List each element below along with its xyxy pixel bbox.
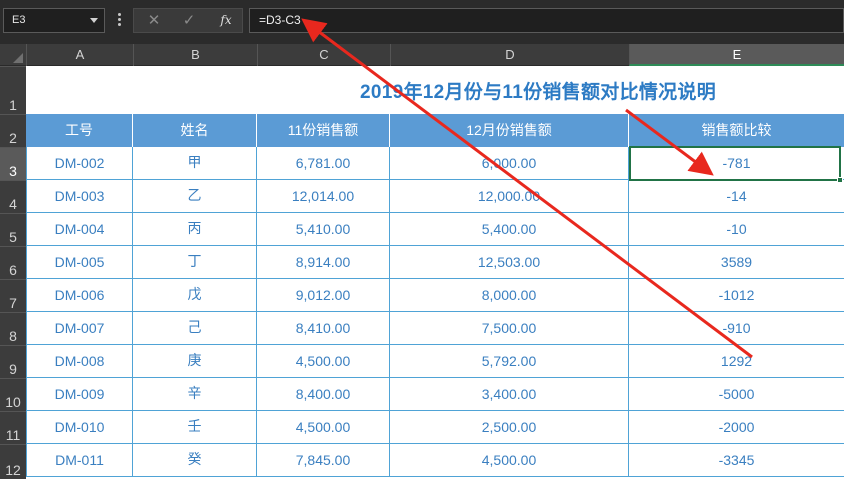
select-all-button[interactable] xyxy=(0,44,26,66)
cell-november-sales[interactable]: 5,410.00 xyxy=(257,213,390,246)
cell-name[interactable]: 甲 xyxy=(133,147,257,180)
column-header-d[interactable]: D xyxy=(390,44,629,66)
enter-icon[interactable]: ✓ xyxy=(174,9,204,32)
cell-december-sales[interactable]: 5,792.00 xyxy=(390,345,629,378)
row-header-6[interactable]: 6 xyxy=(0,246,26,279)
cell-december-sales[interactable]: 4,500.00 xyxy=(390,444,629,477)
cell-december-sales[interactable]: 5,400.00 xyxy=(390,213,629,246)
cell-sales-comparison[interactable]: -2000 xyxy=(629,411,844,444)
row-header-4[interactable]: 4 xyxy=(0,180,26,213)
name-box[interactable]: E3 xyxy=(3,8,105,33)
cell-december-sales[interactable]: 12,000.00 xyxy=(390,180,629,213)
column-header-c[interactable]: C xyxy=(257,44,390,66)
cell-sales-comparison[interactable]: -3345 xyxy=(629,444,844,477)
cell-employee-id[interactable]: DM-004 xyxy=(26,213,133,246)
column-header-b[interactable]: B xyxy=(133,44,257,66)
table-row: DM-004 丙 5,410.00 5,400.00 -10 xyxy=(26,213,844,246)
cell-name[interactable]: 丁 xyxy=(133,246,257,279)
cell-sales-comparison[interactable]: -10 xyxy=(629,213,844,246)
cell-november-sales[interactable]: 8,410.00 xyxy=(257,312,390,345)
row-header-8[interactable]: 8 xyxy=(0,312,26,345)
header-cell-november-sales[interactable]: 11份销售额 xyxy=(257,114,390,147)
insert-function-icon[interactable]: fx xyxy=(211,9,241,32)
name-box-value: E3 xyxy=(12,14,26,26)
more-options-icon[interactable] xyxy=(116,13,122,29)
cell-december-sales[interactable]: 6,000.00 xyxy=(390,147,629,180)
chevron-down-icon[interactable] xyxy=(90,18,98,23)
table-row: DM-011 癸 7,845.00 4,500.00 -3345 xyxy=(26,444,844,477)
cell-november-sales[interactable]: 8,400.00 xyxy=(257,378,390,411)
cell-employee-id[interactable]: DM-002 xyxy=(26,147,133,180)
cell-november-sales[interactable]: 8,914.00 xyxy=(257,246,390,279)
sheet-title: 2019年12月份与11份销售额对比情况说明 xyxy=(360,82,717,103)
row-header-5[interactable]: 5 xyxy=(0,213,26,246)
cell-name[interactable]: 戊 xyxy=(133,279,257,312)
row-header-7[interactable]: 7 xyxy=(0,279,26,312)
table-row: DM-009 辛 8,400.00 3,400.00 -5000 xyxy=(26,378,844,411)
column-header-bar: A B C D E xyxy=(0,44,844,66)
cell-sales-comparison[interactable]: -781 xyxy=(629,147,844,180)
cell-december-sales[interactable]: 2,500.00 xyxy=(390,411,629,444)
cell-name[interactable]: 壬 xyxy=(133,411,257,444)
header-cell-sales-comparison[interactable]: 销售额比较 xyxy=(629,114,844,147)
cell-december-sales[interactable]: 3,400.00 xyxy=(390,378,629,411)
formula-bar: E3 ✕ ✓ fx =D3-C3 xyxy=(0,0,844,44)
cell-employee-id[interactable]: DM-003 xyxy=(26,180,133,213)
cell-december-sales[interactable]: 7,500.00 xyxy=(390,312,629,345)
table-row: DM-002 甲 6,781.00 6,000.00 -781 xyxy=(26,147,844,180)
row-header-2[interactable]: 2 xyxy=(0,114,26,147)
cell-december-sales[interactable]: 8,000.00 xyxy=(390,279,629,312)
column-header-e[interactable]: E xyxy=(629,44,844,66)
cell-employee-id[interactable]: DM-005 xyxy=(26,246,133,279)
cell-sales-comparison[interactable]: -5000 xyxy=(629,378,844,411)
row-header-1[interactable]: 1 xyxy=(0,66,26,114)
cell-november-sales[interactable]: 9,012.00 xyxy=(257,279,390,312)
table-row: DM-005 丁 8,914.00 12,503.00 3589 xyxy=(26,246,844,279)
cell-november-sales[interactable]: 7,845.00 xyxy=(257,444,390,477)
cell-november-sales[interactable]: 4,500.00 xyxy=(257,411,390,444)
formula-input[interactable]: =D3-C3 xyxy=(249,8,844,33)
cell-name[interactable]: 乙 xyxy=(133,180,257,213)
row-header-12[interactable]: 12 xyxy=(0,444,26,479)
cell-sales-comparison[interactable]: 1292 xyxy=(629,345,844,378)
table-row: DM-008 庚 4,500.00 5,792.00 1292 xyxy=(26,345,844,378)
cell-employee-id[interactable]: DM-006 xyxy=(26,279,133,312)
cell-employee-id[interactable]: DM-008 xyxy=(26,345,133,378)
header-cell-december-sales[interactable]: 12月份销售额 xyxy=(390,114,629,147)
column-header-a[interactable]: A xyxy=(26,44,133,66)
cell-name[interactable]: 己 xyxy=(133,312,257,345)
cell-november-sales[interactable]: 12,014.00 xyxy=(257,180,390,213)
cell-sales-comparison[interactable]: -910 xyxy=(629,312,844,345)
cell-employee-id[interactable]: DM-009 xyxy=(26,378,133,411)
cell-name[interactable]: 癸 xyxy=(133,444,257,477)
worksheet-grid: 2019年12月份与11份销售额对比情况说明 工号 姓名 11份销售额 12月份… xyxy=(26,66,844,479)
table-row: DM-003 乙 12,014.00 12,000.00 -14 xyxy=(26,180,844,213)
cancel-icon[interactable]: ✕ xyxy=(139,9,169,32)
cell-november-sales[interactable]: 6,781.00 xyxy=(257,147,390,180)
row-header-11[interactable]: 11 xyxy=(0,411,26,444)
cell-name[interactable]: 庚 xyxy=(133,345,257,378)
cell-name[interactable]: 丙 xyxy=(133,213,257,246)
formula-buttons: ✕ ✓ fx xyxy=(133,8,243,33)
cell-november-sales[interactable]: 4,500.00 xyxy=(257,345,390,378)
title-cell[interactable]: 2019年12月份与11份销售额对比情况说明 xyxy=(26,66,844,114)
cell-employee-id[interactable]: DM-011 xyxy=(26,444,133,477)
cell-sales-comparison[interactable]: -1012 xyxy=(629,279,844,312)
table-row: DM-010 壬 4,500.00 2,500.00 -2000 xyxy=(26,411,844,444)
table-row: DM-006 戊 9,012.00 8,000.00 -1012 xyxy=(26,279,844,312)
cell-sales-comparison[interactable]: 3589 xyxy=(629,246,844,279)
cell-name[interactable]: 辛 xyxy=(133,378,257,411)
cell-sales-comparison[interactable]: -14 xyxy=(629,180,844,213)
cell-december-sales[interactable]: 12,503.00 xyxy=(390,246,629,279)
cell-employee-id[interactable]: DM-010 xyxy=(26,411,133,444)
row-header-9[interactable]: 9 xyxy=(0,345,26,378)
row-header-10[interactable]: 10 xyxy=(0,378,26,411)
cell-employee-id[interactable]: DM-007 xyxy=(26,312,133,345)
header-cell-name[interactable]: 姓名 xyxy=(133,114,257,147)
header-cell-employee-id[interactable]: 工号 xyxy=(26,114,133,147)
table-row: DM-007 己 8,410.00 7,500.00 -910 xyxy=(26,312,844,345)
row-header-3[interactable]: 3 xyxy=(0,147,26,180)
